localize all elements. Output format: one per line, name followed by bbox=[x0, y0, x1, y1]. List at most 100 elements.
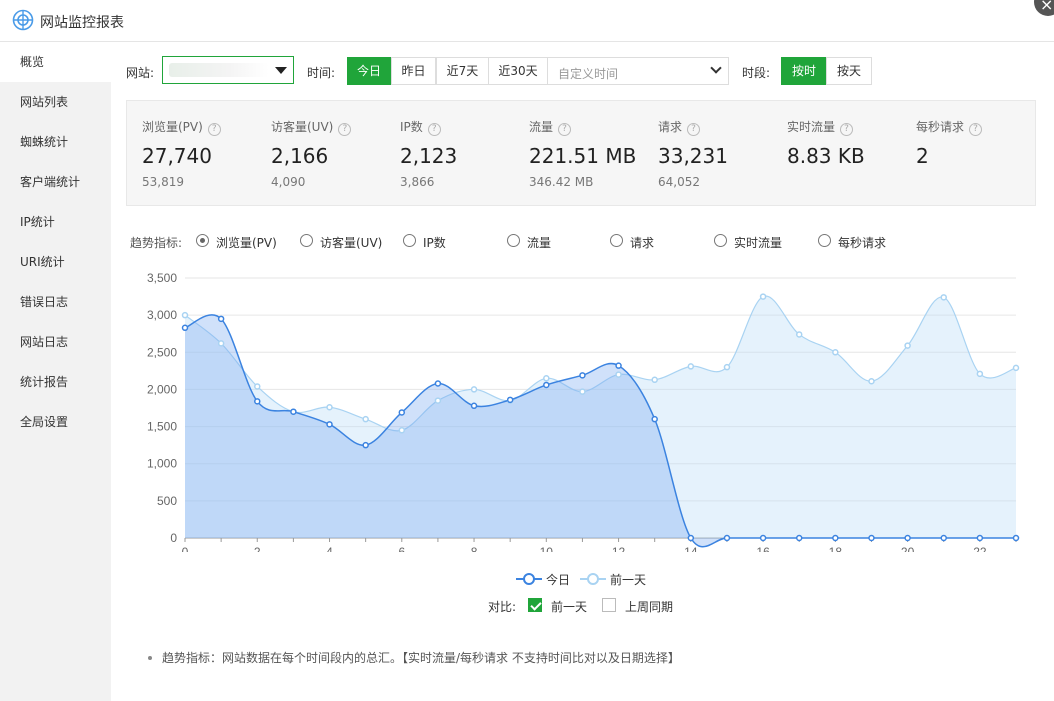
sidebar-item-site-log[interactable]: 网站日志 bbox=[0, 322, 111, 362]
site-select[interactable] bbox=[162, 56, 294, 84]
help-icon[interactable]: ? bbox=[840, 123, 854, 136]
sidebar-item-client-stats[interactable]: 客户端统计 bbox=[0, 162, 111, 202]
sidebar-item-overview[interactable]: 概览 bbox=[0, 42, 111, 82]
series-previous-day-point bbox=[904, 342, 911, 349]
series-previous-day-point bbox=[470, 386, 478, 393]
stat-name: 每秒请求 bbox=[916, 120, 965, 134]
stat-prev-value: 53,819 bbox=[142, 175, 184, 189]
stat-name: 浏览量(PV) bbox=[142, 120, 203, 134]
stat-name: 请求 bbox=[658, 120, 683, 134]
x-tick-label: 8 bbox=[471, 545, 478, 552]
stat-value: 33,231 bbox=[658, 144, 728, 168]
custom-time-picker[interactable]: 自定义时间 bbox=[547, 57, 729, 85]
sidebar-item-global-settings[interactable]: 全局设置 bbox=[0, 402, 111, 442]
help-icon[interactable]: ? bbox=[687, 123, 701, 136]
radio-icon bbox=[818, 234, 831, 247]
radio-label: 每秒请求 bbox=[838, 236, 887, 250]
stat-prev-value: 346.42 MB bbox=[529, 175, 594, 189]
trend-label: 趋势指标: bbox=[130, 236, 183, 250]
series-previous-day-point bbox=[579, 388, 586, 395]
series-previous-day-point bbox=[868, 378, 875, 385]
y-tick-label: 0 bbox=[170, 531, 177, 545]
series-today-point bbox=[687, 534, 695, 542]
stat-name: 流量 bbox=[529, 120, 554, 134]
y-tick-label: 2,000 bbox=[147, 382, 177, 396]
time-option-today[interactable]: 今日 bbox=[347, 57, 391, 85]
series-today-point bbox=[615, 362, 622, 369]
radio-label: IP数 bbox=[423, 236, 446, 250]
time-option-7-days[interactable]: 近7天 bbox=[436, 57, 489, 85]
stat-value: 2 bbox=[916, 144, 929, 168]
legend-label: 今日 bbox=[546, 573, 571, 587]
compare-label: 对比: bbox=[488, 600, 517, 614]
series-today-point bbox=[832, 534, 839, 542]
series-today-point bbox=[759, 534, 767, 542]
legend-line-icon bbox=[516, 573, 542, 585]
series-today-point bbox=[579, 372, 586, 379]
help-icon[interactable]: ? bbox=[207, 123, 221, 136]
stat-prev-value: 3,866 bbox=[400, 175, 435, 189]
series-today-point bbox=[723, 534, 731, 542]
series-previous-day-point bbox=[615, 371, 622, 378]
radio-icon bbox=[507, 234, 520, 247]
series-today-point bbox=[1012, 534, 1020, 542]
series-today-point bbox=[506, 396, 514, 404]
x-tick-label: 18 bbox=[829, 545, 843, 552]
series-previous-day-point bbox=[398, 427, 406, 434]
compare-last-week-label: 上周同期 bbox=[625, 600, 674, 614]
series-today-point bbox=[398, 409, 406, 416]
custom-time-placeholder: 自定义时间 bbox=[558, 67, 619, 81]
stat-name: IP数 bbox=[400, 120, 423, 134]
series-previous-day-point bbox=[181, 311, 189, 319]
sidebar-item-stats-report[interactable]: 统计报告 bbox=[0, 362, 111, 402]
period-label: 时段: bbox=[742, 66, 771, 80]
series-today-point bbox=[181, 324, 189, 332]
x-tick-label: 4 bbox=[326, 545, 333, 552]
series-today-point bbox=[470, 402, 478, 410]
period-option-hourly[interactable]: 按时 bbox=[781, 57, 827, 85]
series-previous-day-point bbox=[832, 349, 839, 356]
help-icon[interactable]: ? bbox=[427, 123, 441, 136]
compare-last-week-checkbox[interactable] bbox=[602, 598, 616, 612]
help-icon[interactable]: ? bbox=[969, 123, 983, 136]
compare-previous-day-checkbox[interactable] bbox=[528, 598, 542, 612]
time-option-yesterday[interactable]: 昨日 bbox=[391, 57, 436, 85]
help-icon[interactable]: ? bbox=[338, 123, 352, 136]
radio-icon bbox=[714, 234, 727, 247]
trend-chart[interactable]: 0 500 1,000 1,500 2,000 2,500 3,000 3,500 0 2 4 6 8 1… bbox=[120, 262, 1030, 552]
stat-value: 2,166 bbox=[271, 144, 329, 168]
bullet-icon bbox=[148, 656, 152, 660]
legend-line-icon bbox=[580, 573, 606, 585]
series-today-point bbox=[543, 381, 550, 389]
sidebar-item-site-list[interactable]: 网站列表 bbox=[0, 82, 111, 122]
x-tick-label: 6 bbox=[398, 545, 405, 552]
x-tick-label: 0 bbox=[182, 545, 189, 552]
period-option-daily[interactable]: 按天 bbox=[826, 57, 872, 85]
series-previous-day-point bbox=[217, 340, 225, 347]
monitor-logo-icon bbox=[12, 9, 34, 31]
series-previous-day-point bbox=[1012, 364, 1020, 372]
x-tick-label: 14 bbox=[684, 545, 698, 552]
sidebar-item-uri-stats[interactable]: URI统计 bbox=[0, 242, 111, 282]
sidebar: 概览 网站列表 蜘蛛统计 客户端统计 IP统计 URI统计 错误日志 网站日志 … bbox=[0, 42, 111, 701]
series-today-point bbox=[868, 534, 875, 542]
sidebar-item-ip-stats[interactable]: IP统计 bbox=[0, 202, 111, 242]
stat-value: 221.51 MB bbox=[529, 144, 637, 168]
sidebar-item-error-log[interactable]: 错误日志 bbox=[0, 282, 111, 322]
sidebar-item-spider-stats[interactable]: 蜘蛛统计 bbox=[0, 122, 111, 162]
series-today-point bbox=[254, 398, 261, 405]
series-previous-day-point bbox=[759, 293, 767, 300]
y-tick-label: 1,000 bbox=[147, 457, 177, 471]
time-label: 时间: bbox=[307, 66, 336, 80]
series-previous-day-point bbox=[254, 383, 261, 390]
stat-name: 实时流量 bbox=[787, 120, 836, 134]
series-previous-day-point bbox=[434, 397, 442, 404]
series-previous-day-point bbox=[362, 415, 369, 423]
series-today-point bbox=[940, 534, 947, 542]
help-icon[interactable]: ? bbox=[558, 123, 572, 136]
x-tick-label: 2 bbox=[254, 545, 261, 552]
radio-icon bbox=[403, 234, 416, 247]
site-label: 网站: bbox=[126, 66, 155, 80]
time-option-30-days[interactable]: 近30天 bbox=[488, 57, 548, 85]
series-previous-day-point bbox=[723, 363, 731, 371]
